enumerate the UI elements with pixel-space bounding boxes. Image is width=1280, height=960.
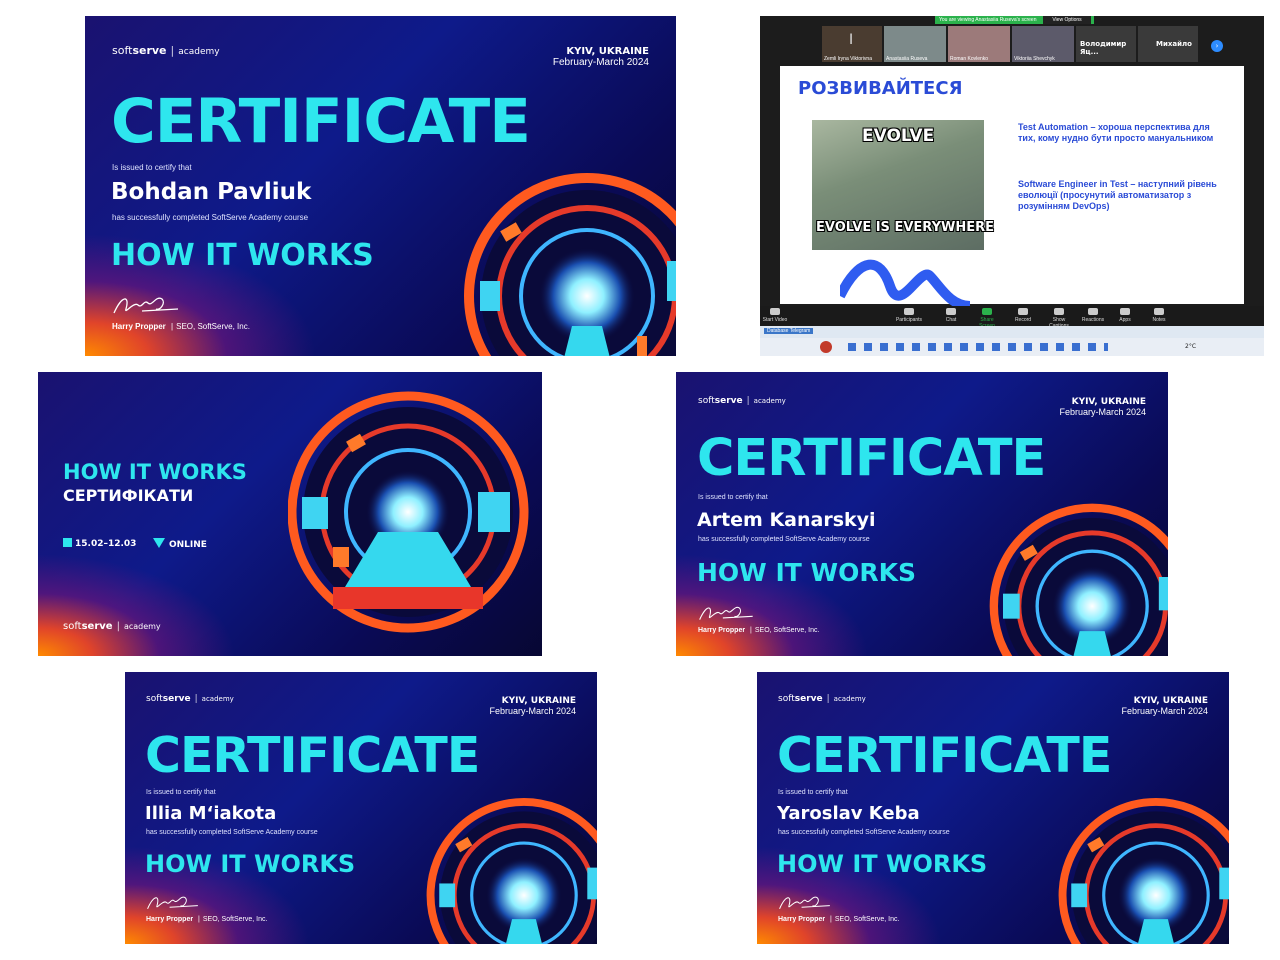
zoom-meeting-window: You are viewing Anastasiia Ruseva's scre… (760, 16, 1264, 356)
promo-card: HOW IT WORKS СЕРТИФІКАТИ 15.02–12.03 ONL… (38, 372, 542, 656)
tunnel-illustration (426, 797, 597, 944)
city: KYIV, UKRAINE (566, 46, 649, 57)
certificate-card: softserve | academy KYIV, UKRAINE February… (676, 372, 1168, 656)
promo-dates: 15.02–12.03 (63, 538, 136, 549)
slide-title: РОЗВИВАЙТЕСЯ (798, 78, 963, 99)
recipient-name: Artem Kanarskyi (697, 509, 876, 531)
promo-mode: ONLINE (153, 538, 207, 550)
recipient-name: Yaroslav Keba (777, 803, 920, 824)
course-name: HOW IT WORKS (111, 238, 374, 273)
completed-text: has successfully completed SoftServe Aca… (146, 829, 318, 836)
decorative-wave (840, 259, 971, 306)
tunnel-illustration (288, 391, 529, 633)
certificate-title: CERTIFICATE (145, 727, 480, 784)
softserve-logo: softserve | academy (63, 621, 161, 632)
calendar-icon (63, 538, 72, 547)
participant-tile[interactable]: Anastasiia Ruseva (884, 26, 946, 62)
course-name: HOW IT WORKS (145, 850, 356, 878)
signer: Harry Propper | SEO, SoftServe, Inc. (146, 916, 268, 923)
location-icon (153, 538, 165, 548)
participant-tile[interactable]: Viktoriia Shevchyk (1012, 26, 1074, 62)
next-participants-icon[interactable]: › (1211, 40, 1223, 52)
signature (147, 896, 198, 909)
tunnel-illustration (464, 173, 676, 356)
zoom-toolbar: Start Video Participants Chat Share Scre… (760, 306, 1264, 329)
certificate-card: softserve | academy KYIV, UKRAINE February… (85, 16, 676, 356)
temperature: 2°C (1185, 343, 1197, 350)
signer: Harry Propper | SEO, SoftServe, Inc. (112, 322, 250, 331)
dates: February-March 2024 (552, 57, 649, 68)
signer: Harry Propper | SEO, SoftServe, Inc. (698, 627, 820, 634)
issued-text: Is issued to certify that (698, 494, 768, 501)
certificate-title: CERTIFICATE (777, 727, 1112, 784)
participant-tile[interactable]: Roman Kovlenko (948, 26, 1010, 62)
signer: Harry Propper | SEO, SoftServe, Inc. (778, 916, 900, 923)
certificate-card: softserve | academy KYIV, UKRAINE February… (757, 672, 1229, 944)
city: KYIV, UKRAINE (1071, 397, 1146, 407)
softserve-logo: softserve | academy (146, 694, 234, 704)
recipient-name: Bohdan Pavliuk (111, 179, 312, 205)
signature (113, 297, 179, 314)
softserve-logo: softserve | academy (778, 694, 866, 704)
taskbar-apps (848, 343, 1108, 351)
softserve-logo: softserve | academy (112, 44, 220, 57)
certificate-title: CERTIFICATE (111, 86, 531, 157)
chat-button[interactable]: Chat (936, 308, 966, 323)
shared-slide: РОЗВИВАЙТЕСЯ EVOLVE EVOLVE IS EVERYWHERE… (780, 66, 1244, 306)
dates: February-March 2024 (489, 706, 576, 716)
telegram-chat-label[interactable]: Database Telegram (764, 328, 814, 334)
city: KYIV, UKRAINE (501, 696, 576, 706)
tunnel-illustration (1058, 797, 1229, 944)
issued-text: Is issued to certify that (146, 789, 216, 796)
record-button[interactable]: Record (1008, 308, 1038, 323)
view-options-button[interactable]: View Options (1043, 16, 1091, 24)
slide-text-2: Software Engineer in Test – наступний рі… (1018, 179, 1217, 211)
participants-button[interactable]: Participants (894, 308, 924, 323)
participant-tile[interactable]: Михайло (1138, 26, 1198, 62)
dates: February-March 2024 (1121, 706, 1208, 716)
dates: February-March 2024 (1059, 407, 1146, 417)
signature (699, 606, 753, 620)
promo-title: HOW IT WORKS (63, 460, 247, 484)
course-name: HOW IT WORKS (777, 850, 988, 878)
city: KYIV, UKRAINE (1133, 696, 1208, 706)
windows-taskbar: 2°C (760, 338, 1264, 356)
tunnel-illustration (989, 503, 1168, 656)
completed-text: has successfully completed SoftServe Aca… (698, 536, 870, 543)
meme-image: EVOLVE EVOLVE IS EVERYWHERE (812, 120, 994, 250)
participant-tile[interactable]: I Zemlі Iryna Viktorivna (822, 26, 882, 62)
telegram-bar: Database Telegram (760, 326, 1264, 338)
issued-text: Is issued to certify that (778, 789, 848, 796)
slide-text-1: Test Automation – хороша перспектива для… (1018, 122, 1214, 143)
signature (779, 896, 830, 909)
promo-subtitle: СЕРТИФІКАТИ (63, 486, 194, 505)
notes-button[interactable]: Notes (1144, 308, 1174, 323)
completed-text: has successfully completed SoftServe Aca… (778, 829, 950, 836)
location: KYIV, UKRAINE February-March 2024 (1059, 397, 1146, 417)
location: KYIV, UKRAINE February-March 2024 (553, 46, 649, 68)
location: KYIV, UKRAINE February-March 2024 (489, 696, 576, 716)
location: KYIV, UKRAINE February-March 2024 (1121, 696, 1208, 716)
participant-strip: I Zemlі Iryna Viktorivna Anastasiia Rusev… (760, 26, 1264, 66)
course-name: HOW IT WORKS (697, 558, 916, 587)
certificate-card: softserve | academy KYIV, UKRAINE February… (125, 672, 597, 944)
start-icon[interactable] (820, 341, 832, 353)
certificate-title: CERTIFICATE (697, 429, 1046, 488)
reactions-button[interactable]: Reactions (1078, 308, 1108, 323)
issued-text: Is issued to certify that (112, 163, 192, 172)
participant-tile[interactable]: Володимир Яц... (1076, 26, 1136, 62)
apps-button[interactable]: Apps (1110, 308, 1140, 323)
recipient-name: Illia M‘iakota (145, 803, 277, 824)
start-video-button[interactable]: Start Video (760, 308, 790, 323)
completed-text: has successfully completed SoftServe Aca… (112, 213, 309, 222)
softserve-logo: softserve | academy (698, 396, 786, 406)
